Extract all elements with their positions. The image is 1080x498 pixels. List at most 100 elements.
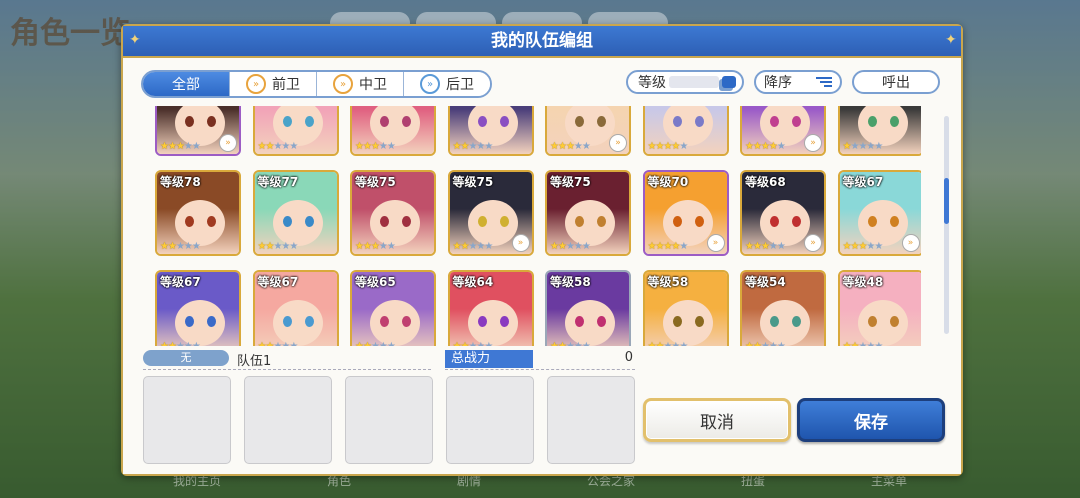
character-card[interactable]: ★★★★★ (252, 106, 339, 156)
character-card[interactable]: 等级70 ★★★★★ » (642, 170, 729, 256)
star-icon: ★ (355, 341, 364, 346)
star-icon: ★ (550, 341, 559, 346)
character-level: 等级70 (647, 175, 689, 189)
star-rating: ★★★★★ (648, 141, 689, 152)
star-rating: ★★★★★ (258, 241, 299, 252)
character-card[interactable]: 等级67★★★★★ (155, 270, 241, 346)
character-card[interactable]: ★★★★★ (642, 106, 729, 156)
portrait-eye (282, 316, 292, 327)
character-card[interactable]: 等级67★★★★★ (252, 270, 339, 346)
descending-icon (816, 77, 832, 87)
star-icon: ★ (769, 341, 778, 346)
character-card[interactable]: 等级75 ★★★★★ (545, 170, 631, 256)
team-slot-4[interactable] (446, 376, 534, 464)
star-rating: ★★★★★ (550, 341, 591, 346)
portrait-face (370, 106, 420, 146)
portrait-eye (477, 216, 487, 227)
team-slot-3[interactable] (345, 376, 433, 464)
portrait-eye (792, 116, 801, 127)
star-icon: ★ (484, 141, 493, 152)
star-icon: ★ (192, 341, 201, 346)
star-rating: ★★★★★ (453, 141, 494, 152)
star-icon: ★ (550, 241, 559, 252)
character-card[interactable]: 等级54★★★★★ (740, 270, 826, 346)
character-card[interactable]: ★★★★★ (350, 106, 436, 156)
portrait-eye (889, 216, 899, 227)
filter-tab-2[interactable]: » 中卫 (317, 72, 404, 96)
filter-tab-0[interactable]: 全部 (143, 72, 230, 96)
character-card[interactable]: 等级48 ★★★★★ (837, 270, 921, 346)
character-card[interactable]: 等级64 ★★★★★ (447, 270, 534, 346)
character-level: 等级48 (842, 275, 884, 289)
divider (143, 369, 431, 370)
scroll-thumb[interactable] (944, 178, 949, 224)
portrait-eye (185, 316, 194, 327)
position-chevron-icon: » (511, 234, 530, 252)
star-icon: ★ (581, 141, 591, 152)
character-card[interactable]: 等级67 ★★★★★ » (837, 170, 921, 256)
star-icon: ★ (355, 141, 364, 152)
star-rating: ★★★★★ (355, 141, 396, 152)
portrait-face (662, 300, 713, 346)
portrait-face (857, 106, 908, 146)
filter-tab-3[interactable]: » 后卫 (404, 72, 490, 96)
filter-tab-1[interactable]: » 前卫 (230, 72, 317, 96)
star-icon: ★ (355, 241, 364, 252)
position-chevron-icon: » (901, 234, 920, 252)
star-icon: ★ (386, 241, 396, 252)
portrait-face (175, 106, 225, 146)
sort-order-button[interactable]: 降序 (754, 70, 842, 94)
character-card[interactable]: ★★★★★» (740, 106, 826, 156)
sort-detail-placeholder (669, 76, 719, 88)
character-card[interactable]: 等级75 ★★★★★ (350, 170, 436, 256)
character-card[interactable]: 等级65★★★★★ (350, 270, 436, 346)
portrait-face (662, 200, 713, 246)
character-card[interactable]: ★★★★★» (155, 106, 241, 156)
character-card[interactable]: ★★★★★ (447, 106, 534, 156)
star-icon: ★ (874, 241, 883, 252)
character-level: 等级67 (842, 175, 884, 189)
star-icon: ★ (565, 241, 575, 252)
character-card[interactable]: 等级58★★★★★ (545, 270, 631, 346)
team-slot-1[interactable] (143, 376, 231, 464)
star-icon: ★ (679, 141, 688, 152)
portrait-eye (207, 216, 216, 227)
save-button[interactable]: 保存 (797, 398, 945, 442)
character-card[interactable]: 等级58★★★★★ (642, 270, 729, 346)
position-chevron-icon: » (804, 234, 822, 252)
portrait-face (662, 106, 713, 146)
character-level: 等级54 (745, 275, 786, 289)
back-position-icon: » (420, 74, 440, 94)
sort-by-button[interactable]: 等级 (626, 70, 744, 94)
cancel-button[interactable]: 取消 (643, 398, 791, 442)
character-card[interactable]: 等级68 ★★★★★» (740, 170, 826, 256)
team-slot-2[interactable] (244, 376, 332, 464)
star-icon: ★ (679, 341, 688, 346)
portrait-eye (672, 216, 682, 227)
character-card[interactable]: 等级78 ★★★★★ (155, 170, 241, 256)
star-rating: ★★★★★ (160, 241, 201, 252)
star-icon: ★ (168, 341, 177, 346)
star-icon: ★ (378, 141, 388, 152)
portrait-eye (402, 116, 411, 127)
star-icon: ★ (550, 141, 559, 152)
portrait-face (175, 300, 225, 346)
call-button[interactable]: 呼出 (852, 70, 940, 94)
filter-tab-label: 前卫 (272, 77, 300, 93)
background-title: 角色一览 (10, 16, 130, 51)
grid-scrollbar[interactable] (944, 116, 949, 334)
team-slot-5[interactable] (547, 376, 635, 464)
star-icon: ★ (484, 341, 493, 346)
portrait-face (565, 200, 615, 246)
character-card[interactable]: ★★★★★» (545, 106, 631, 156)
character-card[interactable]: 等级77 ★★★★★ (252, 170, 339, 256)
position-chevron-icon: » (804, 134, 822, 152)
character-level: 等级58 (647, 275, 689, 289)
position-chevron-icon: » (609, 134, 627, 152)
star-rating: ★★★★★ (453, 241, 494, 252)
character-card[interactable]: ★★★★★ (837, 106, 921, 156)
character-level: 等级78 (160, 175, 201, 189)
character-grid: ★★★★★» ★★★★★ ★★★★★ ★★★★★ ★★★★★» ★★★★★ ★★★★★» ★★… (143, 106, 921, 346)
character-card[interactable]: 等级75 ★★★★★ » (447, 170, 534, 256)
star-icon: ★ (776, 141, 786, 152)
